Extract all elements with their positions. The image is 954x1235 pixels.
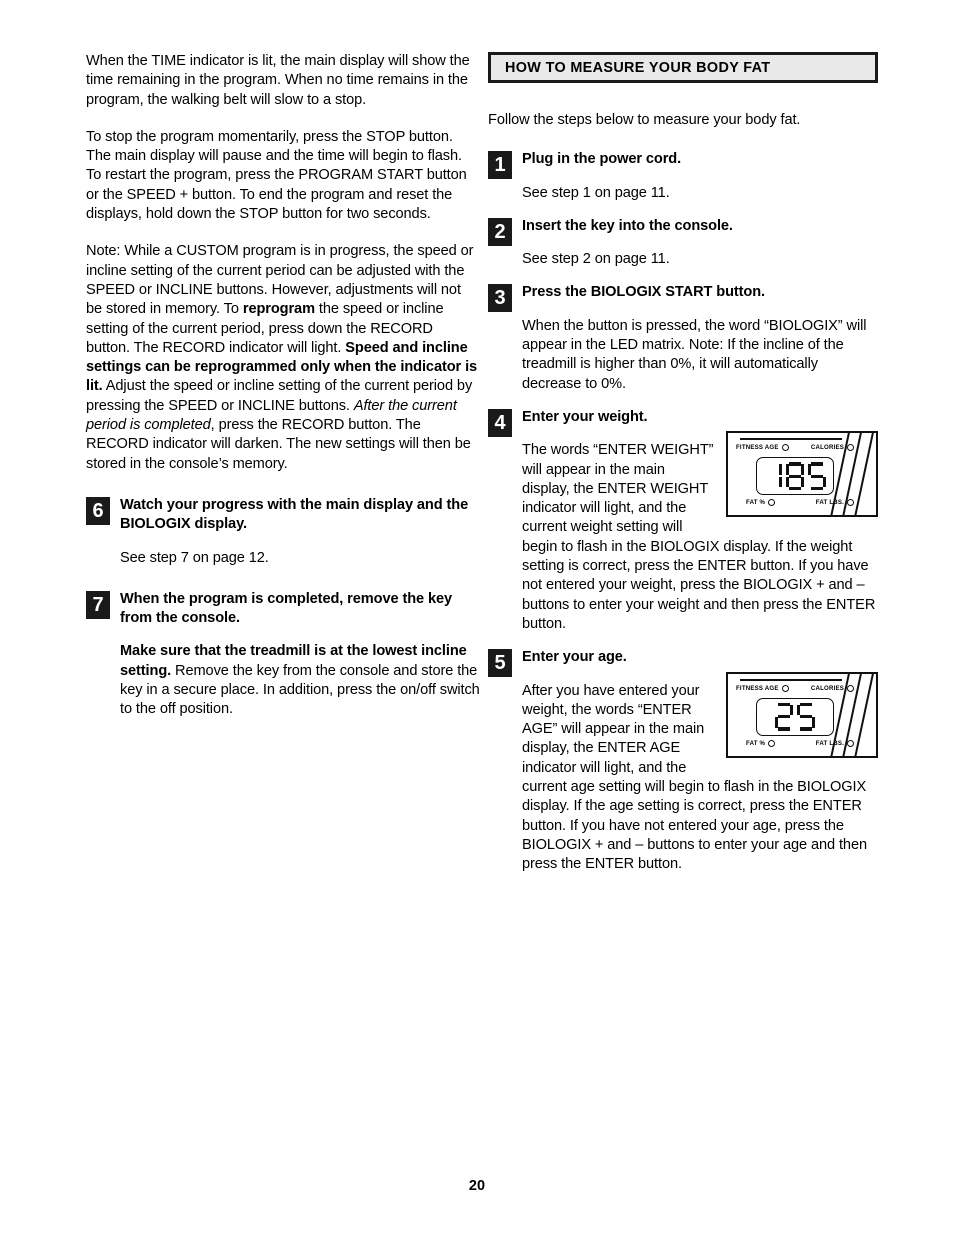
fat-lbs-led-icon: [847, 739, 854, 747]
label-calories-weight: CALORIES: [810, 444, 854, 452]
step-3-title: Press the BIOLOGIX START button.: [522, 284, 766, 301]
step-6-title: Watch your progress with the main displa…: [120, 496, 469, 533]
step-3: 3 Press the BIOLOGIX START button. When …: [488, 283, 878, 393]
step-6: 6 Watch your progress with the main disp…: [86, 496, 480, 568]
step-4: 4 Enter your weight. FITNESS AGE CALORIE…: [488, 408, 878, 634]
lcd-digit: [774, 702, 794, 731]
step-7: 7 When the program is completed, remove …: [86, 590, 480, 720]
fat-lbs-led-icon: [847, 499, 854, 507]
figure-biologix-display-weight: FITNESS AGE CALORIES FAT % FAT LBS.: [726, 431, 878, 518]
step-7-badge: 7: [86, 590, 110, 619]
calories-led-icon: [847, 444, 854, 452]
fat-percent-led-icon: [768, 499, 776, 507]
right-column: HOW TO MEASURE YOUR BODY FAT Follow the …: [488, 52, 878, 889]
fitness-age-led-icon: [781, 444, 789, 452]
lcd-digit: [785, 462, 805, 491]
section-header-title: HOW TO MEASURE YOUR BODY FAT: [505, 59, 771, 76]
lcd-digit: [796, 702, 816, 731]
fat-percent-text: FAT %: [746, 739, 766, 747]
fat-lbs-text: FAT LBS.: [815, 739, 844, 747]
calories-text: CALORIES: [810, 684, 844, 692]
console-top-labels-weight: FITNESS AGE CALORIES: [736, 444, 854, 452]
page-number: 20: [468, 1178, 486, 1194]
bezel-edge-line: [851, 673, 876, 756]
label-calories-age: CALORIES: [810, 684, 854, 692]
console-bezel-weight: FITNESS AGE CALORIES FAT % FAT LBS.: [726, 431, 878, 518]
section-header-body-fat: HOW TO MEASURE YOUR BODY FAT: [488, 52, 878, 83]
step-2-badge: 2: [488, 217, 512, 246]
console-bottom-labels-age: FAT % FAT LBS.: [746, 739, 854, 747]
step-2-title: Insert the key into the console.: [522, 217, 733, 234]
step-1-body: See step 1 on page 11.: [522, 184, 670, 201]
bezel-top-line: [740, 678, 842, 681]
step-6-body: See step 7 on page 12.: [120, 549, 269, 566]
step-3-body: When the button is pressed, the word “BI…: [522, 317, 867, 392]
document-page: When the TIME indicator is lit, the main…: [0, 0, 954, 1235]
step-2-body: See step 2 on page 11.: [522, 251, 670, 268]
console-top-labels-age: FITNESS AGE CALORIES: [736, 684, 854, 692]
label-fitness-age-age: FITNESS AGE: [736, 684, 789, 692]
lcd-window-age: [756, 697, 834, 736]
left-column: When the TIME indicator is lit, the main…: [86, 52, 480, 736]
paragraph-custom-note: Note: While a CUSTOM program is in progr…: [86, 242, 480, 474]
step-2: 2 Insert the key into the console. See s…: [488, 217, 878, 270]
step-5: 5 Enter your age. FITNESS AGE CALORIES F…: [488, 648, 878, 874]
step-1: 1 Plug in the power cord. See step 1 on …: [488, 150, 878, 203]
fat-percent-text: FAT %: [746, 499, 766, 507]
step-7-body-rest: Remove the key from the console and stor…: [120, 662, 480, 718]
intro-paragraph: Follow the steps below to measure your b…: [488, 112, 801, 128]
step-7-body: Make sure that the treadmill is at the l…: [120, 642, 480, 719]
label-fat-percent-weight: FAT %: [746, 499, 776, 507]
figure-biologix-display-age: FITNESS AGE CALORIES FAT % FAT LBS.: [726, 671, 878, 758]
fat-lbs-text: FAT LBS.: [815, 499, 844, 507]
lcd-window-weight: [756, 457, 834, 496]
step-3-badge: 3: [488, 284, 512, 313]
paragraph-stop-program: To stop the program momentarily, press t…: [86, 128, 467, 223]
label-fat-percent-age: FAT %: [746, 739, 776, 747]
bezel-top-line: [740, 438, 842, 441]
step-7-title: When the program is completed, remove th…: [120, 590, 453, 627]
step-1-title: Plug in the power cord.: [522, 151, 682, 168]
lcd-digit: [807, 462, 827, 491]
console-bottom-labels-weight: FAT % FAT LBS.: [746, 499, 854, 507]
step-5-badge: 5: [488, 649, 512, 678]
note-bold-reprogram: reprogram: [242, 301, 315, 318]
lcd-digit: [764, 462, 783, 490]
step-1-badge: 1: [488, 151, 512, 180]
label-fitness-age-weight: FITNESS AGE: [736, 444, 789, 452]
step-4-title: Enter your weight.: [522, 408, 648, 425]
step-5-title: Enter your age.: [522, 649, 627, 666]
fitness-age-text: FITNESS AGE: [736, 444, 779, 452]
step-4-badge: 4: [488, 408, 512, 437]
bezel-edge-line: [851, 433, 876, 516]
calories-text: CALORIES: [810, 444, 844, 452]
console-bezel-age: FITNESS AGE CALORIES FAT % FAT LBS.: [726, 671, 878, 758]
calories-led-icon: [847, 684, 854, 692]
step-6-badge: 6: [86, 496, 110, 525]
paragraph-time-indicator: When the TIME indicator is lit, the main…: [86, 53, 470, 108]
fitness-age-led-icon: [781, 684, 789, 692]
fat-percent-led-icon: [768, 739, 776, 747]
fitness-age-text: FITNESS AGE: [736, 684, 779, 692]
